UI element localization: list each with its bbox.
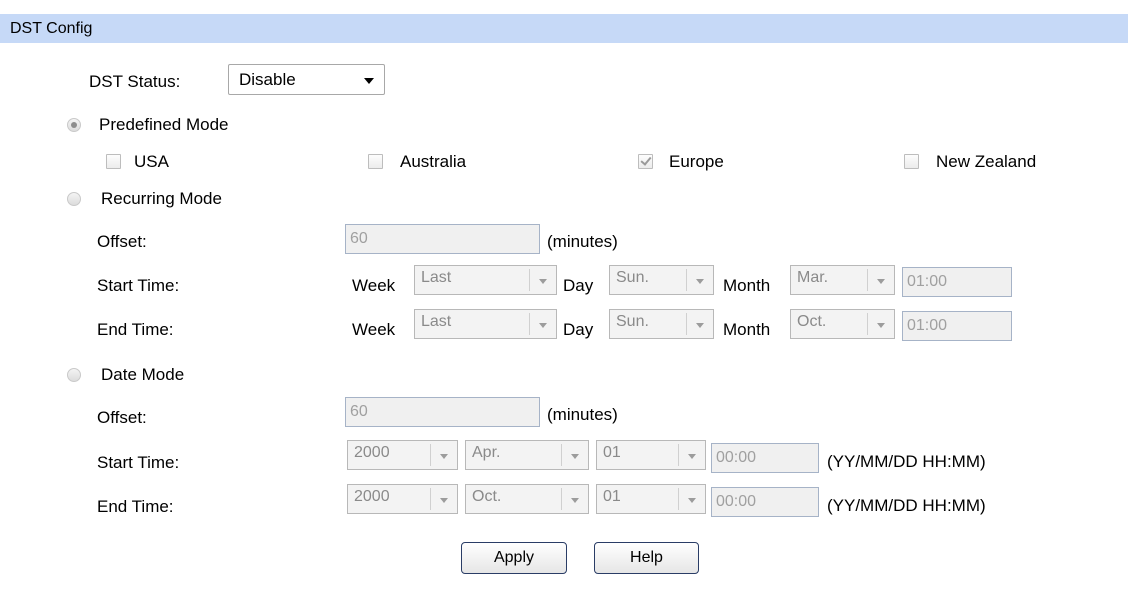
date-start-month-value: Apr. [472, 444, 501, 461]
date-end-month-value: Oct. [472, 488, 502, 505]
date-mode-label: Date Mode [101, 365, 185, 384]
chevron-down-icon [571, 498, 579, 503]
date-end-month-select[interactable]: Oct. [465, 484, 589, 514]
recurring-offset-unit: (minutes) [547, 232, 618, 251]
date-start-month-select[interactable]: Apr. [465, 440, 589, 470]
apply-button[interactable]: Apply [461, 542, 567, 574]
predefined-mode-label: Predefined Mode [99, 115, 229, 134]
recurring-end-week-value: Last [421, 313, 452, 330]
chevron-down-icon [364, 78, 374, 84]
dst-status-select[interactable]: Disable [228, 64, 385, 95]
europe-label: Europe [669, 152, 724, 171]
select-divider [561, 444, 562, 466]
recurring-end-week-select[interactable]: Last [414, 309, 557, 339]
chevron-down-icon [440, 454, 448, 459]
select-divider [867, 313, 868, 335]
chevron-down-icon [696, 323, 704, 328]
recurring-end-label: End Time: [97, 320, 174, 339]
usa-checkbox[interactable] [106, 154, 121, 169]
select-divider [561, 488, 562, 510]
date-offset-input[interactable]: 60 [345, 397, 540, 427]
recurring-end-day-value: Sun. [616, 313, 649, 330]
recurring-offset-input[interactable]: 60 [345, 224, 540, 254]
recurring-start-time-input[interactable]: 01:00 [902, 267, 1012, 297]
chevron-down-icon [688, 454, 696, 459]
dst-status-label: DST Status: [89, 72, 181, 91]
recurring-start-label: Start Time: [97, 276, 180, 295]
date-start-format-hint: (YY/MM/DD HH:MM) [827, 452, 986, 471]
date-end-year-select[interactable]: 2000 [347, 484, 458, 514]
dst-status-value: Disable [239, 70, 296, 89]
date-end-year-value: 2000 [354, 488, 390, 505]
recurring-start-week-label: Week [352, 276, 396, 295]
section-title: DST Config [10, 20, 93, 37]
chevron-down-icon [440, 498, 448, 503]
recurring-end-day-select[interactable]: Sun. [609, 309, 714, 339]
chevron-down-icon [571, 454, 579, 459]
recurring-end-month-label: Month [723, 320, 771, 339]
date-end-time-input[interactable]: 00:00 [711, 487, 819, 517]
chevron-down-icon [696, 279, 704, 284]
australia-checkbox[interactable] [368, 154, 383, 169]
recurring-start-week-select[interactable]: Last [414, 265, 557, 295]
date-end-format-hint: (YY/MM/DD HH:MM) [827, 496, 986, 515]
recurring-start-month-value: Mar. [797, 269, 829, 286]
date-offset-unit: (minutes) [547, 405, 618, 424]
date-end-label: End Time: [97, 497, 174, 516]
recurring-start-day-value: Sun. [616, 269, 649, 286]
predefined-mode-radio[interactable] [67, 118, 81, 132]
recurring-end-day-label: Day [563, 320, 594, 339]
australia-label: Australia [400, 152, 467, 171]
recurring-end-week-label: Week [352, 320, 396, 339]
recurring-start-week-value: Last [421, 269, 452, 286]
date-start-year-select[interactable]: 2000 [347, 440, 458, 470]
date-offset-label: Offset: [97, 408, 147, 427]
recurring-start-day-select[interactable]: Sun. [609, 265, 714, 295]
date-start-year-value: 2000 [354, 444, 390, 461]
date-start-label: Start Time: [97, 453, 180, 472]
recurring-mode-label: Recurring Mode [101, 189, 222, 208]
chevron-down-icon [877, 323, 885, 328]
date-end-day-value: 01 [603, 488, 621, 505]
select-divider [430, 488, 431, 510]
checkmark-icon [640, 154, 652, 166]
date-start-time-input[interactable]: 00:00 [711, 443, 819, 473]
recurring-start-month-select[interactable]: Mar. [790, 265, 895, 295]
date-start-day-value: 01 [603, 444, 621, 461]
date-start-day-select[interactable]: 01 [596, 440, 706, 470]
date-end-day-select[interactable]: 01 [596, 484, 706, 514]
section-header: DST Config [0, 14, 1128, 43]
chevron-down-icon [539, 279, 547, 284]
recurring-end-time-input[interactable]: 01:00 [902, 311, 1012, 341]
recurring-offset-label: Offset: [97, 232, 147, 251]
select-divider [678, 488, 679, 510]
select-divider [529, 269, 530, 291]
date-mode-radio[interactable] [67, 368, 81, 382]
usa-label: USA [134, 152, 169, 171]
recurring-mode-radio[interactable] [67, 192, 81, 206]
select-divider [686, 269, 687, 291]
select-divider [678, 444, 679, 466]
recurring-start-day-label: Day [563, 276, 594, 295]
chevron-down-icon [688, 498, 696, 503]
chevron-down-icon [539, 323, 547, 328]
recurring-end-month-value: Oct. [797, 313, 827, 330]
select-divider [867, 269, 868, 291]
europe-checkbox[interactable] [638, 154, 653, 169]
recurring-end-month-select[interactable]: Oct. [790, 309, 895, 339]
new-zealand-label: New Zealand [936, 152, 1037, 171]
chevron-down-icon [877, 279, 885, 284]
select-divider [686, 313, 687, 335]
new-zealand-checkbox[interactable] [904, 154, 919, 169]
select-divider [529, 313, 530, 335]
recurring-start-month-label: Month [723, 276, 771, 295]
select-divider [430, 444, 431, 466]
help-button[interactable]: Help [594, 542, 699, 574]
